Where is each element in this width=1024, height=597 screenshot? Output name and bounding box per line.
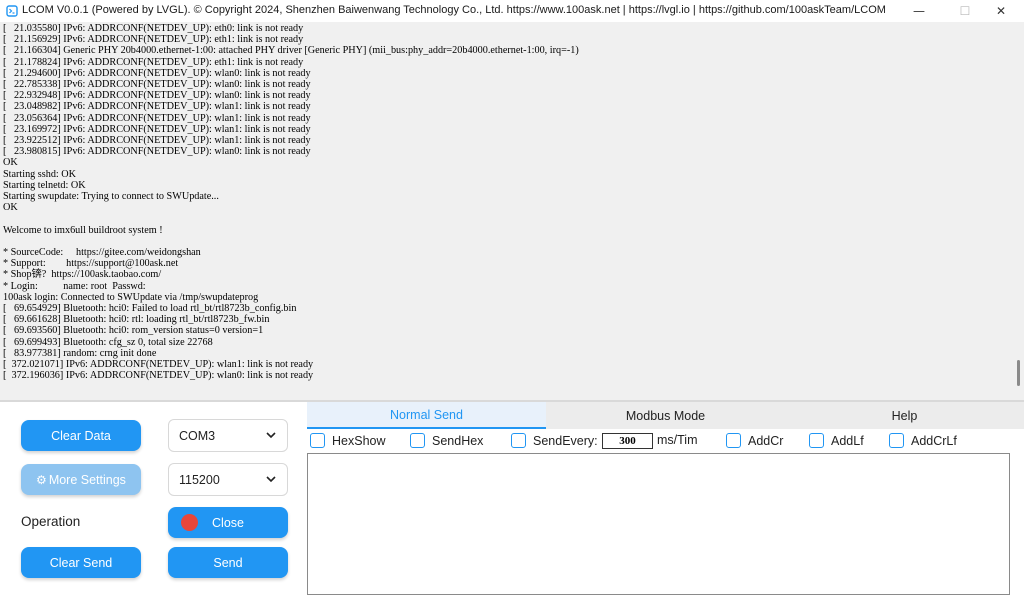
close-window-button[interactable]: ✕ — [978, 0, 1024, 22]
send-options-row: HexShow SendHex SendEvery: 300 ms/Tim Ad… — [307, 429, 1024, 453]
terminal-line: [ 69.699493] Bluetooth: cfg_sz 0, total … — [3, 336, 213, 348]
minimize-icon: — — [913, 4, 925, 18]
hexshow-label: HexShow — [332, 433, 386, 448]
terminal-line: [ 23.922512] IPv6: ADDRCONF(NETDEV_UP): … — [3, 135, 311, 147]
more-settings-button[interactable]: ⚙ More Settings — [21, 464, 141, 495]
baud-value: 115200 — [179, 472, 220, 487]
terminal-line: [ 372.196036] IPv6: ADDRCONF(NETDEV_UP):… — [3, 370, 314, 382]
terminal-line: * Login: name: root Passwd: — [3, 280, 146, 292]
terminal-log: [ 21.035580] IPv6: ADDRCONF(NETDEV_UP): … — [3, 23, 579, 382]
terminal-line: [ 372.021071] IPv6: ADDRCONF(NETDEV_UP):… — [3, 359, 314, 371]
terminal-line: * Support: https://support@100ask.net — [3, 258, 179, 270]
operation-label: Operation — [21, 514, 81, 529]
send-scrollbar[interactable] — [1010, 453, 1024, 595]
app-icon — [6, 5, 18, 17]
sendhex-checkbox[interactable]: SendHex — [410, 433, 483, 448]
terminal-line: [ 21.035580] IPv6: ADDRCONF(NETDEV_UP): … — [3, 23, 304, 34]
addcr-checkbox[interactable]: AddCr — [726, 433, 783, 448]
terminal-line: Starting telnetd: OK — [3, 179, 86, 191]
terminal-line: Starting sshd: OK — [3, 168, 77, 180]
mode-tabbar: Normal Send Modbus Mode Help — [307, 402, 1024, 429]
terminal-line: [ 21.294600] IPv6: ADDRCONF(NETDEV_UP): … — [3, 67, 311, 79]
sendevery-label: SendEvery: — [533, 433, 598, 448]
tab-modbus-mode[interactable]: Modbus Mode — [546, 402, 785, 429]
baudrate-select[interactable]: 115200 — [168, 463, 288, 496]
terminal-line: 100ask login: Connected to SWUpdate via … — [3, 291, 259, 303]
terminal-scrollbar[interactable] — [1014, 22, 1024, 400]
tab-label: Modbus Mode — [625, 408, 706, 423]
more-settings-label: More Settings — [48, 472, 126, 487]
scrollbar-thumb[interactable] — [1017, 360, 1020, 386]
terminal-line: * Shop锛? https://100ask.taobao.com/ — [3, 269, 162, 281]
terminal-line: [ 21.156929] IPv6: ADDRCONF(NETDEV_UP): … — [3, 34, 304, 46]
checkbox-box[interactable] — [726, 433, 741, 448]
window-title: LCOM V0.0.1 (Powered by LVGL). © Copyrig… — [22, 4, 886, 16]
checkbox-box[interactable] — [889, 433, 904, 448]
clear-send-label: Clear Send — [49, 555, 113, 570]
hexshow-checkbox[interactable]: HexShow — [310, 433, 386, 448]
close-icon: ✕ — [995, 4, 1007, 18]
checkbox-box[interactable] — [809, 433, 824, 448]
terminal-line: Starting swupdate: Trying to connect to … — [3, 191, 219, 203]
terminal-line: [ 23.056364] IPv6: ADDRCONF(NETDEV_UP): … — [3, 112, 311, 124]
clear-data-label: Clear Data — [51, 428, 111, 443]
terminal-line: * SourceCode: https://gitee.com/weidongs… — [3, 247, 201, 259]
clear-data-button[interactable]: Clear Data — [21, 420, 141, 451]
chevron-down-icon — [266, 476, 276, 483]
addlf-checkbox[interactable]: AddLf — [809, 433, 864, 448]
receive-terminal[interactable]: [ 21.035580] IPv6: ADDRCONF(NETDEV_UP): … — [0, 22, 1024, 400]
sendevery-checkbox[interactable]: SendEvery: — [511, 433, 598, 448]
terminal-line: [ 83.977381] random: crng init done — [3, 347, 157, 359]
tab-help[interactable]: Help — [785, 402, 1024, 429]
terminal-line: [ 23.048982] IPv6: ADDRCONF(NETDEV_UP): … — [3, 101, 311, 113]
send-button[interactable]: Send — [168, 547, 288, 578]
gear-icon: ⚙ — [36, 472, 47, 487]
terminal-line: OK — [3, 202, 18, 214]
port-value: COM3 — [179, 428, 216, 443]
terminal-line: [ 69.693560] Bluetooth: hci0: rom_versio… — [3, 325, 264, 337]
checkbox-box[interactable] — [310, 433, 325, 448]
terminal-line: [ 69.661628] Bluetooth: hci0: rtl: loadi… — [3, 314, 270, 326]
minimize-button[interactable]: — — [896, 0, 942, 22]
terminal-line: [ 21.166304] Generic PHY 20b4000.etherne… — [3, 45, 579, 57]
terminal-line: [ 21.178824] IPv6: ADDRCONF(NETDEV_UP): … — [3, 56, 304, 68]
tab-normal-send[interactable]: Normal Send — [307, 402, 546, 429]
checkbox-box[interactable] — [511, 433, 526, 448]
terminal-line: [ 23.980815] IPv6: ADDRCONF(NETDEV_UP): … — [3, 146, 311, 158]
maximize-icon: ☐ — [959, 4, 971, 18]
clear-send-button[interactable]: Clear Send — [21, 547, 141, 578]
interval-unit: ms/Tim — [657, 433, 698, 447]
terminal-line: OK — [3, 157, 18, 169]
terminal-line: Welcome to imx6ull buildroot system ! — [3, 224, 163, 236]
send-label: Send — [213, 555, 243, 570]
title-bar: LCOM V0.0.1 (Powered by LVGL). © Copyrig… — [0, 0, 1024, 22]
close-port-label: Close — [212, 515, 244, 530]
addlf-label: AddLf — [831, 433, 864, 448]
tab-label: Help — [891, 408, 918, 423]
port-select[interactable]: COM3 — [168, 419, 288, 452]
send-textarea[interactable] — [307, 453, 1010, 595]
addcrlf-label: AddCrLf — [911, 433, 957, 448]
close-port-button[interactable]: Close — [168, 507, 288, 538]
terminal-line: [ 69.654929] Bluetooth: hci0: Failed to … — [3, 303, 297, 315]
checkbox-box[interactable] — [410, 433, 425, 448]
tab-label: Normal Send — [390, 407, 463, 422]
addcrlf-checkbox[interactable]: AddCrLf — [889, 433, 957, 448]
addcr-label: AddCr — [748, 433, 784, 448]
interval-input[interactable]: 300 — [602, 433, 653, 449]
chevron-down-icon — [266, 432, 276, 439]
terminal-line: [ 22.785338] IPv6: ADDRCONF(NETDEV_UP): … — [3, 79, 311, 91]
sendhex-label: SendHex — [432, 433, 484, 448]
terminal-line: [ 23.169972] IPv6: ADDRCONF(NETDEV_UP): … — [3, 123, 311, 135]
terminal-line: [ 22.932948] IPv6: ADDRCONF(NETDEV_UP): … — [3, 90, 311, 102]
status-led-icon — [181, 514, 198, 531]
